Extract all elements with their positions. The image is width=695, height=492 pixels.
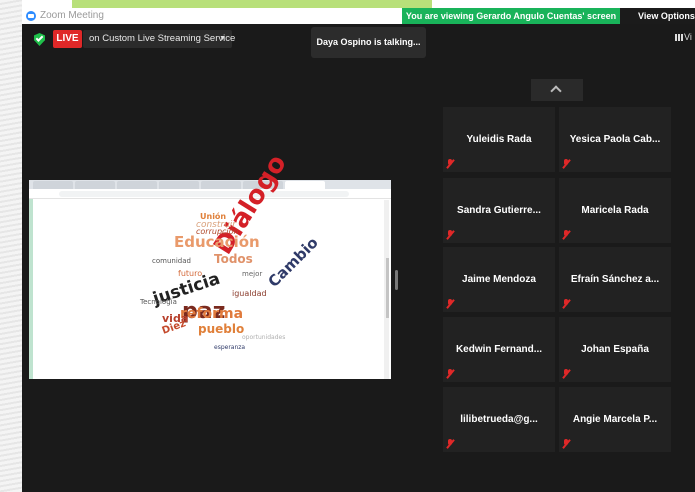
caret-down-icon: ▼ bbox=[219, 35, 226, 42]
window-title: Zoom Meeting bbox=[40, 10, 104, 21]
participant-name: Angie Marcela P... bbox=[572, 414, 658, 425]
participant-name: Efraín Sánchez a... bbox=[570, 274, 660, 285]
participant-tile[interactable]: Sandra Gutierre... bbox=[443, 178, 555, 243]
browser-tab bbox=[33, 181, 73, 189]
top-decor-strip bbox=[72, 0, 432, 8]
participant-tile[interactable]: Maricela Rada bbox=[559, 178, 671, 243]
browser-tab bbox=[75, 181, 115, 189]
participant-name: lilibetrueda@g... bbox=[460, 414, 538, 425]
page-side-strip bbox=[29, 199, 33, 379]
chevron-up-icon bbox=[550, 85, 562, 97]
browser-tab bbox=[117, 181, 157, 189]
participant-tile[interactable]: Jaime Mendoza bbox=[443, 247, 555, 312]
gallery-scroll-up-button[interactable] bbox=[531, 79, 583, 101]
cloud-word: Educación bbox=[174, 233, 260, 251]
zoom-logo-icon bbox=[26, 11, 36, 21]
participant-name: Sandra Gutierre... bbox=[457, 205, 541, 216]
muted-mic-icon bbox=[446, 369, 455, 379]
live-badge[interactable]: LIVE bbox=[53, 30, 82, 48]
participant-name: Maricela Rada bbox=[581, 205, 649, 216]
participant-name: Yesica Paola Cab... bbox=[569, 134, 661, 145]
participant-name: Kedwin Fernand... bbox=[455, 344, 543, 355]
browser-tab-strip bbox=[29, 180, 391, 189]
participant-tile[interactable]: Yuleidis Rada bbox=[443, 107, 555, 172]
muted-mic-icon bbox=[562, 230, 571, 240]
muted-mic-icon bbox=[562, 369, 571, 379]
cloud-word: Todos bbox=[214, 252, 253, 266]
muted-mic-icon bbox=[446, 159, 455, 169]
active-speaker-toast: Daya Ospino is talking... bbox=[311, 27, 426, 58]
participant-name: Jaime Mendoza bbox=[462, 274, 536, 285]
cloud-word: esperanza bbox=[214, 344, 246, 351]
grid-icon bbox=[675, 34, 683, 42]
muted-mic-icon bbox=[562, 439, 571, 449]
participant-tile[interactable]: Kedwin Fernand... bbox=[443, 317, 555, 382]
cloud-word: reforma bbox=[180, 306, 244, 322]
cloud-word: mejor bbox=[242, 270, 263, 278]
browser-tab bbox=[159, 181, 199, 189]
participant-name: Johan España bbox=[581, 344, 649, 355]
participant-tile[interactable]: lilibetrueda@g... bbox=[443, 387, 555, 452]
muted-mic-icon bbox=[446, 230, 455, 240]
participant-tile[interactable]: Yesica Paola Cab... bbox=[559, 107, 671, 172]
word-cloud: Diálogo paz justicia Educación reforma C… bbox=[122, 150, 322, 383]
cloud-word: futuro bbox=[178, 269, 203, 278]
cloud-word: comunidad bbox=[152, 257, 191, 265]
muted-mic-icon bbox=[446, 299, 455, 309]
cloud-word: igualdad bbox=[232, 289, 267, 298]
cloud-word: corrupción bbox=[196, 227, 239, 236]
browser-tab bbox=[201, 181, 241, 189]
browser-tab-active bbox=[285, 181, 325, 189]
live-stream-dropdown[interactable]: on Custom Live Streaming Service ▼ bbox=[83, 30, 236, 48]
participant-tile[interactable]: Efraín Sánchez a... bbox=[559, 247, 671, 312]
view-options-button[interactable]: View Options ˅ bbox=[620, 8, 695, 24]
screen-share-banner: You are viewing Gerardo Angulo Cuentas' … bbox=[402, 8, 620, 24]
participant-tile[interactable]: Johan España bbox=[559, 317, 671, 382]
gallery-view-label: Vi bbox=[684, 32, 692, 42]
muted-mic-icon bbox=[562, 299, 571, 309]
muted-mic-icon bbox=[446, 439, 455, 449]
cloud-word: pueblo bbox=[198, 322, 245, 336]
split-resize-handle[interactable] bbox=[395, 270, 398, 290]
background-edge bbox=[0, 0, 22, 492]
page-scroll-thumb bbox=[386, 258, 389, 318]
live-stream-label: on Custom Live Streaming Service bbox=[89, 33, 236, 44]
zoom-window: Zoom Meeting You are viewing Gerardo Ang… bbox=[0, 0, 695, 492]
cloud-word: oportunidades bbox=[242, 334, 286, 341]
muted-mic-icon bbox=[562, 159, 571, 169]
cloud-word: Tecnología bbox=[140, 298, 177, 306]
participant-name: Yuleidis Rada bbox=[466, 134, 532, 145]
gallery-view-button[interactable]: Vi bbox=[675, 32, 692, 42]
participant-tile[interactable]: Angie Marcela P... bbox=[559, 387, 671, 452]
